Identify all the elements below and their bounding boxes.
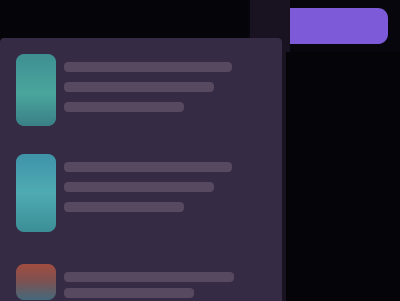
item-subtitle — [64, 288, 194, 298]
item-title — [64, 162, 232, 172]
item-meta — [64, 202, 184, 212]
top-bar — [0, 0, 248, 38]
app-screen — [0, 0, 400, 301]
item-thumbnail — [16, 154, 56, 232]
right-panel — [286, 52, 400, 301]
feed-item[interactable] — [6, 46, 268, 134]
item-subtitle — [64, 182, 214, 192]
item-title — [64, 272, 234, 282]
item-title — [64, 62, 232, 72]
feed-item[interactable] — [6, 226, 268, 301]
item-meta — [64, 102, 184, 112]
feed-panel — [0, 38, 282, 301]
item-thumbnail — [16, 54, 56, 126]
item-subtitle — [64, 82, 214, 92]
item-thumbnail — [16, 264, 56, 300]
